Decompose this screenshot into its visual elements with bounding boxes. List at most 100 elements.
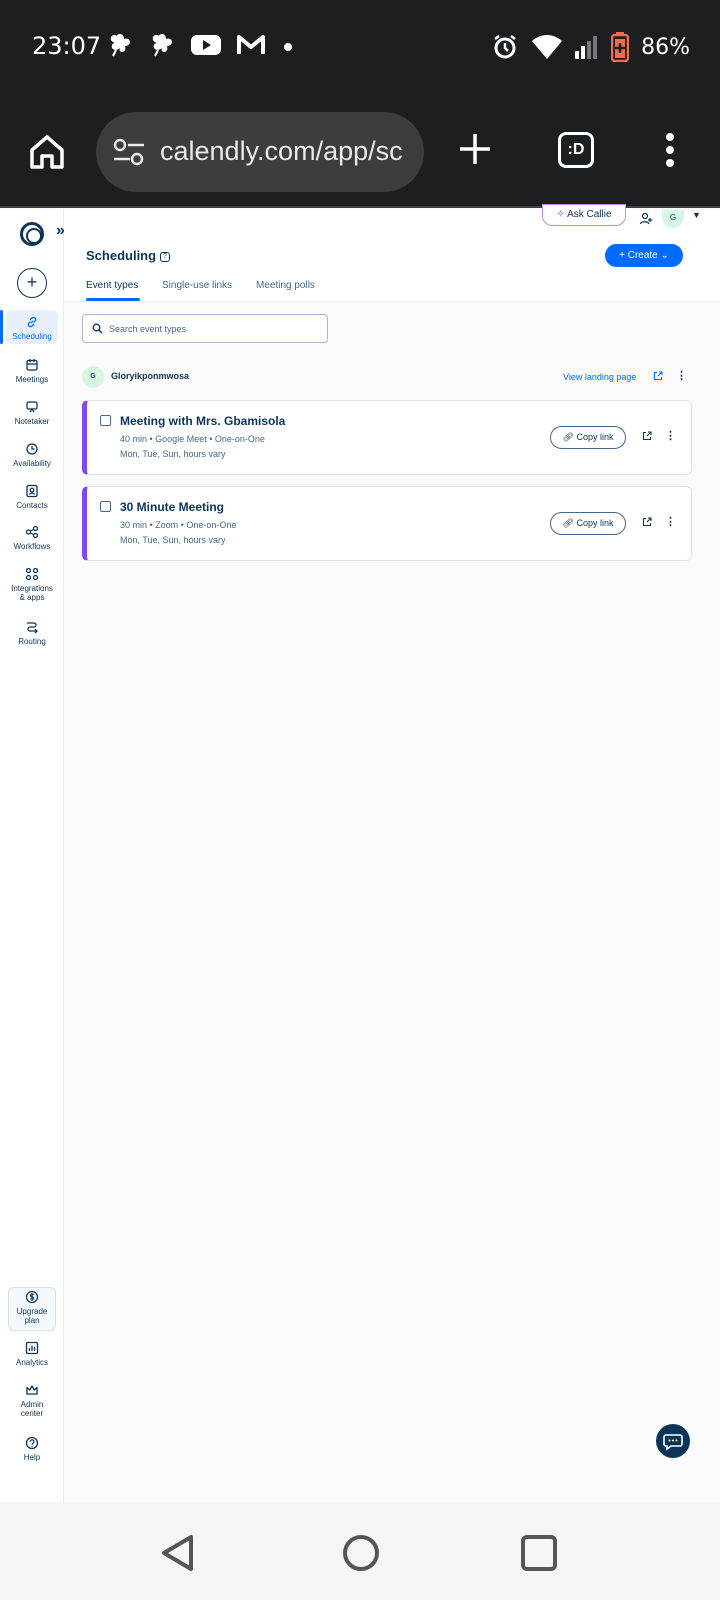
back-icon[interactable]	[160, 1534, 196, 1572]
view-landing-page-link[interactable]: View landing page	[563, 372, 636, 382]
chat-button[interactable]	[656, 1424, 690, 1458]
sidebar-item-label: Help	[23, 1453, 41, 1462]
status-time: 23:07	[32, 32, 102, 60]
page-header: ✧ Ask Callie G ▼ Scheduling ? + Create ⌄…	[64, 204, 720, 302]
url-text[interactable]: calendly.com/app/sc	[160, 136, 408, 167]
add-person-icon[interactable]	[639, 212, 653, 226]
main-content: ✧ Ask Callie G ▼ Scheduling ? + Create ⌄…	[64, 204, 720, 1502]
event-details: 40 min • Google Meet • One-on-One	[120, 434, 265, 444]
home-icon[interactable]	[28, 134, 66, 170]
sidebar-item-label: Upgrade	[16, 1307, 48, 1316]
kebab-menu-icon[interactable]	[664, 132, 676, 168]
youtube-icon	[191, 35, 221, 55]
link-icon: 🔗︎	[562, 518, 574, 528]
create-plus-button[interactable]: +	[17, 268, 47, 298]
more-options-icon[interactable]: ⋮	[676, 369, 687, 382]
sidebar-item-notetaker[interactable]: Notetaker	[6, 400, 58, 426]
event-title[interactable]: Meeting with Mrs. Gbamisola	[120, 414, 285, 428]
sidebar-item-admin[interactable]: Admin center	[6, 1383, 58, 1418]
search-input[interactable]	[109, 319, 319, 339]
sparkle-icon: ✧	[556, 209, 565, 220]
chat-bubble-icon	[663, 1434, 683, 1451]
active-tab-indicator	[86, 298, 140, 301]
alarm-icon	[494, 35, 516, 59]
external-link-icon[interactable]	[653, 371, 663, 381]
avatar: G	[82, 366, 104, 388]
sidebar-item-label: Notetaker	[14, 417, 50, 426]
address-bar[interactable]: calendly.com/app/sc	[96, 112, 424, 192]
workflows-icon	[25, 525, 39, 539]
crown-icon	[26, 1385, 38, 1395]
sidebar-item-meetings[interactable]: Meetings	[6, 358, 58, 384]
tab-switcher-button[interactable]: :D	[558, 132, 594, 168]
create-button[interactable]: + Create ⌄	[605, 244, 683, 267]
new-tab-icon[interactable]	[458, 132, 492, 166]
notification-icons	[106, 32, 296, 58]
link-icon	[27, 316, 37, 328]
sidebar-item-analytics[interactable]: Analytics	[6, 1341, 58, 1367]
copy-link-label: Copy link	[576, 518, 614, 528]
apps-grid-icon	[25, 567, 39, 581]
sidebar-item-label: Routing	[18, 637, 46, 646]
system-icons: 86%	[491, 32, 690, 62]
recents-icon[interactable]	[520, 1534, 558, 1572]
system-nav-bar	[0, 1502, 720, 1600]
sidebar-item-routing[interactable]: Routing	[6, 620, 58, 646]
more-options-icon[interactable]: ⋮	[665, 515, 676, 528]
sidebar-item-label: Contacts	[16, 501, 48, 510]
more-options-icon[interactable]: ⋮	[665, 429, 676, 442]
help-icon[interactable]: ?	[160, 252, 170, 262]
event-title[interactable]: 30 Minute Meeting	[120, 500, 224, 514]
site-settings-icon[interactable]	[112, 138, 146, 166]
event-details: 30 min • Zoom • One-on-One	[120, 520, 237, 530]
search-icon	[92, 323, 103, 334]
external-link-icon[interactable]	[642, 431, 652, 441]
tab-single-use-links[interactable]: Single-use links	[162, 280, 232, 291]
sidebar-item-availability[interactable]: Availability	[6, 442, 58, 468]
copy-link-button[interactable]: 🔗︎ Copy link	[550, 512, 626, 535]
home-circle-icon[interactable]	[342, 1534, 380, 1572]
external-link-icon[interactable]	[642, 517, 652, 527]
tab-event-types[interactable]: Event types	[86, 280, 138, 291]
sidebar-item-label: Analytics	[15, 1358, 48, 1367]
battery-percent: 86%	[641, 34, 690, 60]
calendar-icon	[26, 359, 38, 371]
create-label: Create	[627, 250, 658, 261]
copy-link-button[interactable]: 🔗︎ Copy link	[550, 426, 626, 449]
sidebar-item-workflows[interactable]: Workflows	[6, 525, 58, 551]
tab-meeting-polls[interactable]: Meeting polls	[256, 280, 315, 291]
link-icon: 🔗︎	[562, 432, 574, 442]
sidebar-item-scheduling[interactable]: Scheduling	[0, 310, 58, 344]
event-schedule: Mon, Tue, Sun, hours vary	[120, 535, 226, 545]
event-card[interactable]: Meeting with Mrs. Gbamisola 40 min • Goo…	[82, 400, 692, 475]
notetaker-icon	[26, 401, 38, 413]
sidebar-item-contacts[interactable]: Contacts	[6, 484, 58, 510]
select-checkbox[interactable]	[100, 501, 111, 512]
calendly-logo-icon[interactable]	[20, 222, 44, 246]
sidebar: » + Scheduling Meetings Notetaker Availa…	[0, 210, 65, 1502]
signal-icon	[575, 36, 598, 59]
owner-name: Gloryikponmwosa	[111, 371, 190, 381]
wifi-icon	[532, 35, 563, 59]
copy-link-label: Copy link	[576, 432, 614, 442]
sidebar-item-upgrade[interactable]: Upgrade plan	[6, 1290, 58, 1325]
clock-icon	[26, 443, 38, 455]
ask-callie-button[interactable]: ✧ Ask Callie	[542, 204, 626, 226]
sidebar-item-label: Admin	[20, 1400, 44, 1409]
avatar[interactable]: G	[662, 210, 684, 228]
battery-icon	[611, 32, 630, 62]
chevron-down-icon[interactable]: ▼	[692, 210, 701, 220]
page-title: Scheduling	[86, 248, 157, 263]
event-card[interactable]: 30 Minute Meeting 30 min • Zoom • One-on…	[82, 486, 692, 561]
sidebar-item-help[interactable]: Help	[6, 1436, 58, 1462]
sidebar-item-label: Integrations	[11, 584, 53, 593]
sidebar-item-label: Workflows	[13, 542, 51, 551]
sidebar-item-label: Meetings	[15, 375, 49, 384]
ask-callie-label: Ask Callie	[567, 209, 612, 220]
routing-icon	[27, 622, 38, 634]
analytics-icon	[25, 1341, 39, 1355]
select-checkbox[interactable]	[100, 415, 111, 426]
sidebar-item-integrations[interactable]: Integrations & apps	[6, 567, 58, 602]
calendly-app: » + Scheduling Meetings Notetaker Availa…	[0, 204, 720, 1502]
search-box[interactable]	[82, 314, 328, 343]
